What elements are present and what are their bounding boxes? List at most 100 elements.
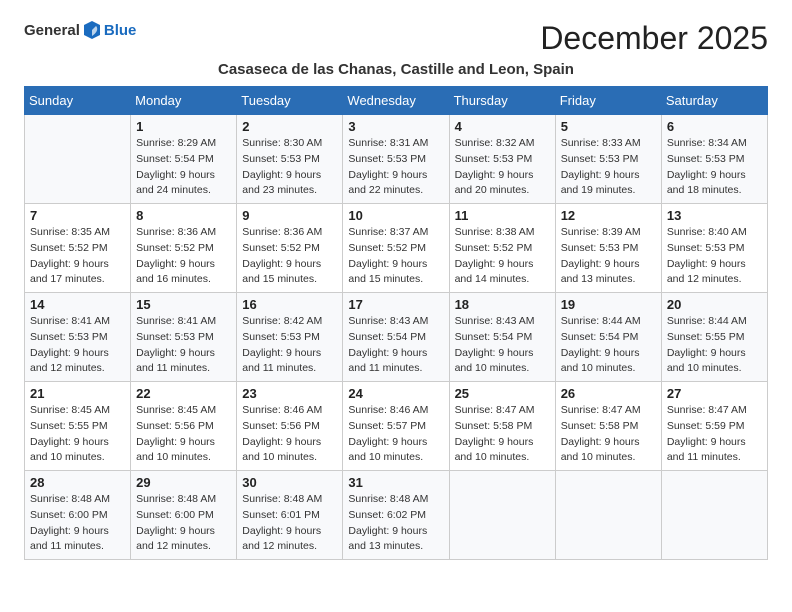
calendar-cell: 25 Sunrise: 8:47 AMSunset: 5:58 PMDayligh…	[449, 382, 555, 471]
calendar-cell: 19 Sunrise: 8:44 AMSunset: 5:54 PMDayligh…	[555, 293, 661, 382]
day-info: Sunrise: 8:34 AMSunset: 5:53 PMDaylight:…	[667, 136, 762, 199]
calendar-cell: 14 Sunrise: 8:41 AMSunset: 5:53 PMDayligh…	[25, 293, 131, 382]
day-number: 13	[667, 208, 762, 223]
day-info: Sunrise: 8:37 AMSunset: 5:52 PMDaylight:…	[348, 225, 443, 288]
calendar-cell: 24 Sunrise: 8:46 AMSunset: 5:57 PMDayligh…	[343, 382, 449, 471]
calendar-week-2: 7Sunrise: 8:35 AMSunset: 5:52 PMDaylight…	[25, 204, 768, 293]
calendar-subtitle: Casaseca de las Chanas, Castille and Leo…	[24, 61, 768, 78]
day-number: 30	[242, 475, 337, 490]
logo: General Blue	[24, 20, 136, 40]
day-number: 8	[136, 208, 231, 223]
day-number: 16	[242, 297, 337, 312]
day-number: 18	[455, 297, 550, 312]
day-number: 22	[136, 386, 231, 401]
day-number: 4	[455, 119, 550, 134]
day-info: Sunrise: 8:39 AMSunset: 5:53 PMDaylight:…	[561, 225, 656, 288]
day-info: Sunrise: 8:48 AMSunset: 6:01 PMDaylight:…	[242, 492, 337, 555]
calendar-cell: 22 Sunrise: 8:45 AMSunset: 5:56 PMDayligh…	[131, 382, 237, 471]
day-info: Sunrise: 8:29 AMSunset: 5:54 PMDaylight:…	[136, 136, 231, 199]
calendar-week-3: 14 Sunrise: 8:41 AMSunset: 5:53 PMDayligh…	[25, 293, 768, 382]
day-info: Sunrise: 8:30 AMSunset: 5:53 PMDaylight:…	[242, 136, 337, 199]
day-info: Sunrise: 8:41 AMSunset: 5:53 PMDaylight:…	[136, 314, 231, 377]
calendar-cell: 3 Sunrise: 8:31 AMSunset: 5:53 PMDaylight…	[343, 115, 449, 204]
weekday-header-sunday: Sunday	[25, 87, 131, 115]
day-number: 28	[30, 475, 125, 490]
calendar-cell: 21 Sunrise: 8:45 AMSunset: 5:55 PMDayligh…	[25, 382, 131, 471]
weekday-header-monday: Monday	[131, 87, 237, 115]
day-info: Sunrise: 8:46 AMSunset: 5:57 PMDaylight:…	[348, 403, 443, 466]
calendar-cell: 31Sunrise: 8:48 AMSunset: 6:02 PMDayligh…	[343, 471, 449, 560]
day-number: 6	[667, 119, 762, 134]
day-info: Sunrise: 8:32 AMSunset: 5:53 PMDaylight:…	[455, 136, 550, 199]
day-number: 15	[136, 297, 231, 312]
calendar-cell	[555, 471, 661, 560]
calendar-cell: 6 Sunrise: 8:34 AMSunset: 5:53 PMDaylight…	[661, 115, 767, 204]
calendar-cell: 23Sunrise: 8:46 AMSunset: 5:56 PMDayligh…	[237, 382, 343, 471]
calendar-body: 1 Sunrise: 8:29 AMSunset: 5:54 PMDaylight…	[25, 115, 768, 560]
logo-icon	[82, 20, 102, 40]
day-number: 20	[667, 297, 762, 312]
day-info: Sunrise: 8:33 AMSunset: 5:53 PMDaylight:…	[561, 136, 656, 199]
day-number: 1	[136, 119, 231, 134]
logo-blue: Blue	[104, 22, 137, 39]
calendar-cell: 8 Sunrise: 8:36 AMSunset: 5:52 PMDaylight…	[131, 204, 237, 293]
day-number: 25	[455, 386, 550, 401]
day-info: Sunrise: 8:47 AMSunset: 5:58 PMDaylight:…	[455, 403, 550, 466]
weekday-header-row: SundayMondayTuesdayWednesdayThursdayFrid…	[25, 87, 768, 115]
weekday-header-saturday: Saturday	[661, 87, 767, 115]
calendar-cell: 13Sunrise: 8:40 AMSunset: 5:53 PMDayligh…	[661, 204, 767, 293]
day-number: 3	[348, 119, 443, 134]
day-number: 17	[348, 297, 443, 312]
calendar-cell: 4 Sunrise: 8:32 AMSunset: 5:53 PMDaylight…	[449, 115, 555, 204]
day-info: Sunrise: 8:45 AMSunset: 5:55 PMDaylight:…	[30, 403, 125, 466]
day-info: Sunrise: 8:36 AMSunset: 5:52 PMDaylight:…	[242, 225, 337, 288]
page-header: General Blue December 2025	[24, 20, 768, 57]
day-info: Sunrise: 8:47 AMSunset: 5:58 PMDaylight:…	[561, 403, 656, 466]
calendar-cell: 20 Sunrise: 8:44 AMSunset: 5:55 PMDayligh…	[661, 293, 767, 382]
logo-general: General	[24, 22, 80, 39]
day-info: Sunrise: 8:43 AMSunset: 5:54 PMDaylight:…	[455, 314, 550, 377]
calendar-cell: 17 Sunrise: 8:43 AMSunset: 5:54 PMDayligh…	[343, 293, 449, 382]
day-number: 29	[136, 475, 231, 490]
weekday-header-tuesday: Tuesday	[237, 87, 343, 115]
calendar-cell: 9 Sunrise: 8:36 AMSunset: 5:52 PMDaylight…	[237, 204, 343, 293]
day-info: Sunrise: 8:36 AMSunset: 5:52 PMDaylight:…	[136, 225, 231, 288]
title-section: December 2025	[540, 20, 768, 57]
calendar-cell: 28 Sunrise: 8:48 AMSunset: 6:00 PMDayligh…	[25, 471, 131, 560]
weekday-header-wednesday: Wednesday	[343, 87, 449, 115]
calendar-table: SundayMondayTuesdayWednesdayThursdayFrid…	[24, 86, 768, 560]
day-number: 2	[242, 119, 337, 134]
day-number: 23	[242, 386, 337, 401]
day-info: Sunrise: 8:48 AMSunset: 6:00 PMDaylight:…	[30, 492, 125, 555]
calendar-cell: 29Sunrise: 8:48 AMSunset: 6:00 PMDayligh…	[131, 471, 237, 560]
calendar-cell: 5Sunrise: 8:33 AMSunset: 5:53 PMDaylight…	[555, 115, 661, 204]
day-number: 9	[242, 208, 337, 223]
day-info: Sunrise: 8:41 AMSunset: 5:53 PMDaylight:…	[30, 314, 125, 377]
day-number: 24	[348, 386, 443, 401]
day-info: Sunrise: 8:44 AMSunset: 5:55 PMDaylight:…	[667, 314, 762, 377]
day-info: Sunrise: 8:47 AMSunset: 5:59 PMDaylight:…	[667, 403, 762, 466]
calendar-week-4: 21 Sunrise: 8:45 AMSunset: 5:55 PMDayligh…	[25, 382, 768, 471]
calendar-cell: 7Sunrise: 8:35 AMSunset: 5:52 PMDaylight…	[25, 204, 131, 293]
day-number: 10	[348, 208, 443, 223]
day-number: 12	[561, 208, 656, 223]
day-info: Sunrise: 8:43 AMSunset: 5:54 PMDaylight:…	[348, 314, 443, 377]
weekday-header-thursday: Thursday	[449, 87, 555, 115]
day-number: 27	[667, 386, 762, 401]
day-info: Sunrise: 8:31 AMSunset: 5:53 PMDaylight:…	[348, 136, 443, 199]
day-number: 21	[30, 386, 125, 401]
day-number: 14	[30, 297, 125, 312]
day-info: Sunrise: 8:44 AMSunset: 5:54 PMDaylight:…	[561, 314, 656, 377]
calendar-cell: 1 Sunrise: 8:29 AMSunset: 5:54 PMDaylight…	[131, 115, 237, 204]
calendar-cell: 12 Sunrise: 8:39 AMSunset: 5:53 PMDayligh…	[555, 204, 661, 293]
day-info: Sunrise: 8:42 AMSunset: 5:53 PMDaylight:…	[242, 314, 337, 377]
calendar-cell	[449, 471, 555, 560]
day-info: Sunrise: 8:35 AMSunset: 5:52 PMDaylight:…	[30, 225, 125, 288]
day-info: Sunrise: 8:45 AMSunset: 5:56 PMDaylight:…	[136, 403, 231, 466]
day-number: 19	[561, 297, 656, 312]
calendar-title: December 2025	[540, 20, 768, 57]
day-number: 11	[455, 208, 550, 223]
calendar-cell: 16 Sunrise: 8:42 AMSunset: 5:53 PMDayligh…	[237, 293, 343, 382]
day-info: Sunrise: 8:48 AMSunset: 6:02 PMDaylight:…	[348, 492, 443, 555]
calendar-cell	[25, 115, 131, 204]
